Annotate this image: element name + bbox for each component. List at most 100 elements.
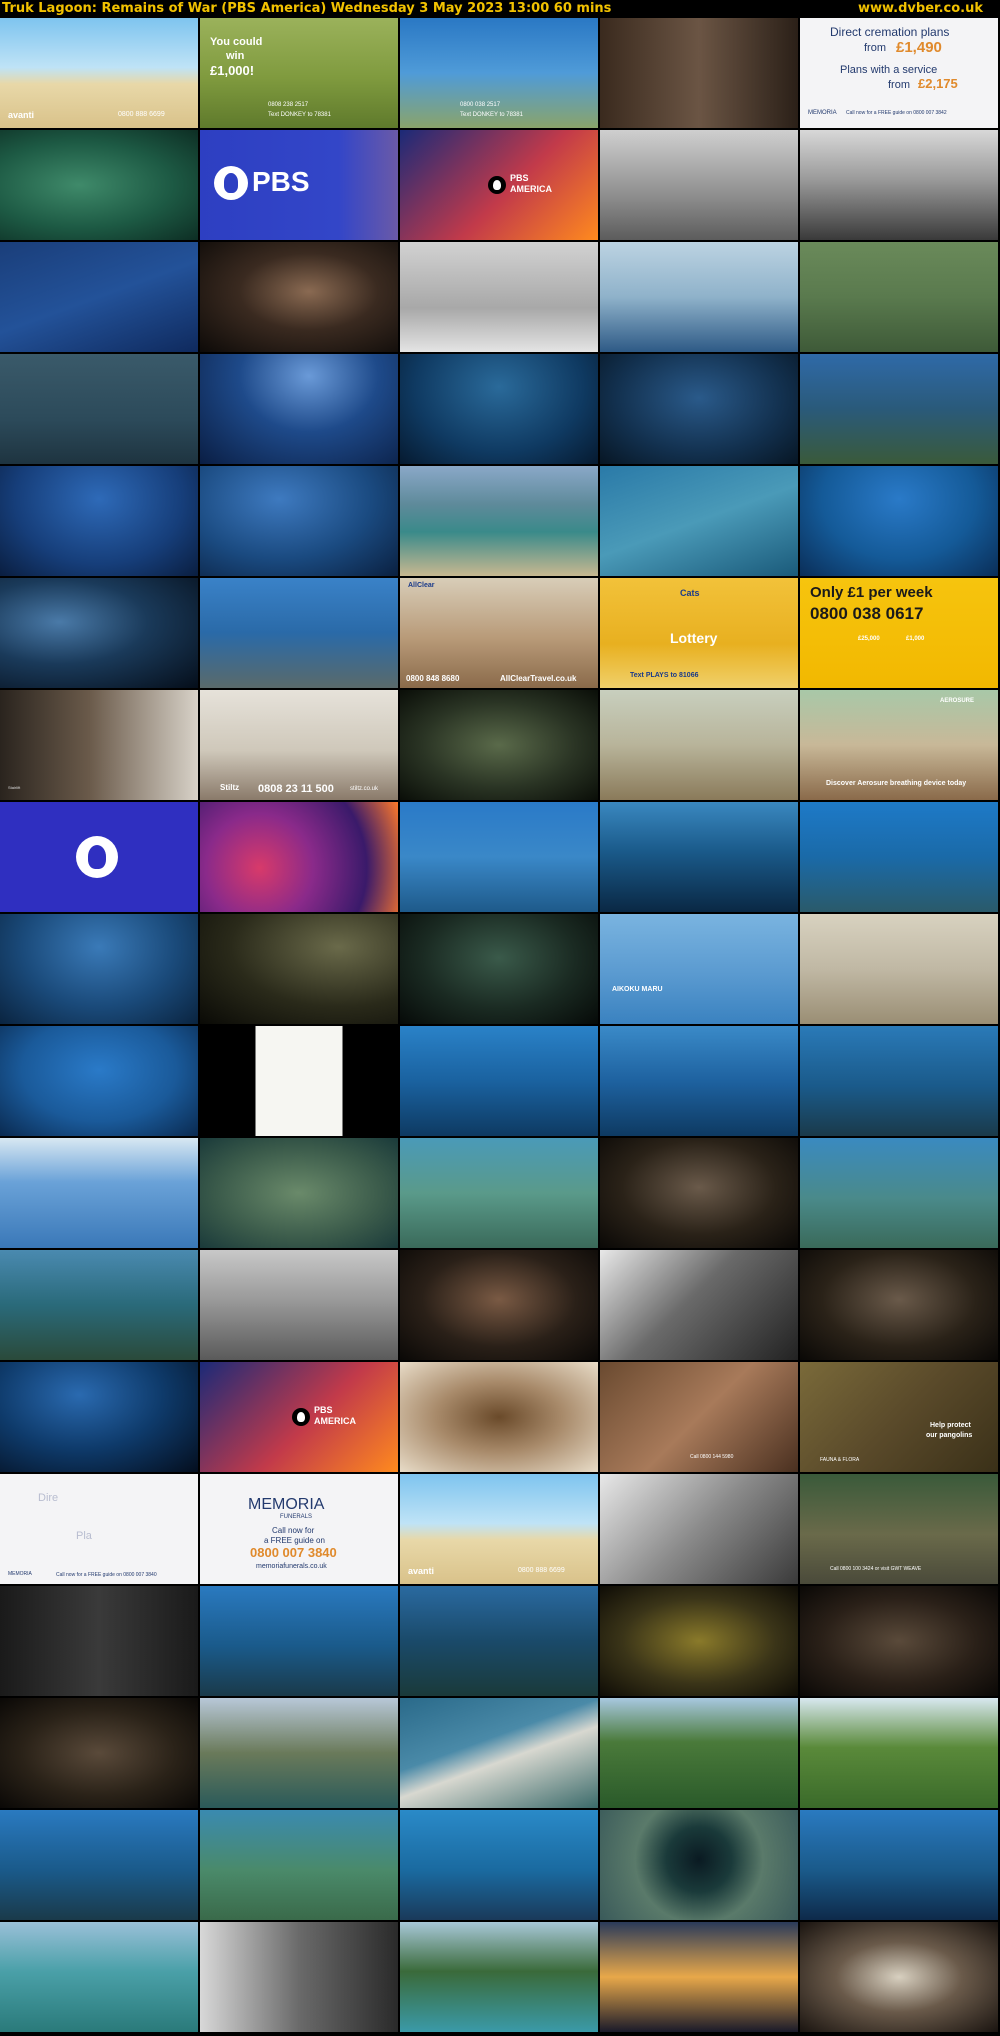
video-thumbnail[interactable]: Call 0800 100 3424 or visit GWT WEAVE [800,1474,998,1584]
video-thumbnail[interactable] [200,466,398,576]
video-thumbnail[interactable] [800,1810,998,1920]
video-thumbnail[interactable] [200,1026,398,1136]
video-thumbnail[interactable] [600,1586,798,1696]
video-thumbnail[interactable]: 0800 038 2517 Text DONKEY to 78381 [400,18,598,128]
video-thumbnail[interactable] [600,802,798,912]
video-thumbnail[interactable] [800,802,998,912]
video-thumbnail[interactable] [400,1250,598,1360]
video-thumbnail[interactable] [800,466,998,576]
video-thumbnail[interactable] [0,1810,198,1920]
video-thumbnail[interactable] [400,914,598,1024]
video-thumbnail[interactable]: AIKOKU MARU [600,914,798,1024]
video-thumbnail[interactable] [600,1250,798,1360]
video-thumbnail[interactable] [400,354,598,464]
video-thumbnail[interactable] [200,1922,398,2032]
thumbnail-caption: AllClearTravel.co.uk [500,674,577,683]
thumbnail-caption: from [864,42,886,54]
thumbnail-caption: Call now for a FREE guide on 0800 007 38… [846,110,947,116]
video-thumbnail[interactable] [800,1922,998,2032]
video-thumbnail[interactable] [200,802,398,912]
video-thumbnail[interactable] [600,1138,798,1248]
video-thumbnail[interactable] [600,1026,798,1136]
video-thumbnail[interactable] [0,1698,198,1808]
video-thumbnail[interactable] [600,1474,798,1584]
video-thumbnail[interactable] [600,130,798,240]
video-thumbnail[interactable]: AEROSURE Discover Aerosure breathing devi… [800,690,998,800]
video-thumbnail[interactable] [200,1138,398,1248]
thumbnail-caption: £2,175 [918,76,958,91]
video-thumbnail[interactable]: Cats Lottery Text PLAYS to 81066 [600,578,798,688]
video-thumbnail[interactable]: MEMORIA FUNERALS Call now for a FREE guide … [200,1474,398,1584]
video-thumbnail[interactable]: Direct cremation plans from £1,490 Plans wi… [800,18,998,128]
video-thumbnail[interactable] [200,1586,398,1696]
video-thumbnail[interactable] [200,1250,398,1360]
video-thumbnail[interactable] [0,130,198,240]
video-thumbnail[interactable]: avanti 0800 888 6699 [0,18,198,128]
video-thumbnail[interactable] [800,1250,998,1360]
video-thumbnail[interactable] [800,130,998,240]
video-thumbnail[interactable] [800,914,998,1024]
video-thumbnail[interactable] [200,1698,398,1808]
header-bar: Truk Lagoon: Remains of War (PBS America… [0,0,1000,18]
video-thumbnail[interactable] [0,914,198,1024]
video-thumbnail[interactable] [0,1586,198,1696]
video-thumbnail[interactable] [400,1362,598,1472]
video-thumbnail[interactable]: PBS [200,130,398,240]
video-thumbnail[interactable] [400,690,598,800]
video-thumbnail[interactable]: PBS AMERICA [400,130,598,240]
video-thumbnail[interactable] [200,578,398,688]
video-thumbnail[interactable] [0,1138,198,1248]
video-thumbnail[interactable] [200,914,398,1024]
video-thumbnail[interactable] [200,1810,398,1920]
video-thumbnail[interactable] [600,1922,798,2032]
video-thumbnail[interactable] [400,242,598,352]
video-thumbnail[interactable] [800,1138,998,1248]
video-thumbnail[interactable] [400,1698,598,1808]
video-thumbnail[interactable] [0,466,198,576]
video-thumbnail[interactable] [0,1026,198,1136]
video-thumbnail[interactable] [800,1026,998,1136]
video-thumbnail[interactable] [400,1922,598,2032]
video-thumbnail[interactable] [600,1698,798,1808]
thumbnail-caption: FUNERALS [280,1514,313,1520]
programme-title: Truk Lagoon: Remains of War (PBS America… [2,1,612,16]
video-thumbnail[interactable] [600,242,798,352]
video-thumbnail[interactable] [800,242,998,352]
video-thumbnail[interactable] [400,1810,598,1920]
video-thumbnail[interactable]: Stairlift [0,690,198,800]
video-thumbnail[interactable]: Stiltz 0808 23 11 500 stiltz.co.uk [200,690,398,800]
video-thumbnail[interactable] [0,1250,198,1360]
video-thumbnail[interactable] [0,802,198,912]
thumbnail-caption: Text DONKEY to 78381 [268,112,331,118]
video-thumbnail[interactable]: Call 0800 144 5980 [600,1362,798,1472]
video-thumbnail[interactable] [200,354,398,464]
video-thumbnail[interactable]: AllClear 0800 848 8680 AllClearTravel.co.u… [400,578,598,688]
video-thumbnail[interactable] [600,466,798,576]
video-thumbnail[interactable]: Only £1 per week 0800 038 0617 £25,000 £1,0… [800,578,998,688]
video-thumbnail[interactable] [200,242,398,352]
video-thumbnail[interactable] [600,354,798,464]
video-thumbnail[interactable] [400,802,598,912]
video-thumbnail[interactable] [600,690,798,800]
video-thumbnail[interactable] [0,1362,198,1472]
video-thumbnail[interactable] [400,1026,598,1136]
video-thumbnail[interactable]: avanti 0800 888 6699 [400,1474,598,1584]
video-thumbnail[interactable] [400,1586,598,1696]
video-thumbnail[interactable] [600,1810,798,1920]
video-thumbnail[interactable] [800,1698,998,1808]
thumbnail-caption: Pla [76,1530,92,1542]
video-thumbnail[interactable]: PBS AMERICA [200,1362,398,1472]
video-thumbnail[interactable] [0,242,198,352]
video-thumbnail[interactable] [0,1922,198,2032]
video-thumbnail[interactable] [0,578,198,688]
video-thumbnail[interactable] [800,1586,998,1696]
video-thumbnail[interactable] [400,1138,598,1248]
video-thumbnail[interactable] [0,354,198,464]
video-thumbnail[interactable]: You could win £1,000! 0808 238 2517 Text DON… [200,18,398,128]
video-thumbnail[interactable] [400,466,598,576]
video-thumbnail[interactable]: Dire Pla MEMORIA Call now for a FREE guide … [0,1474,198,1584]
video-thumbnail[interactable] [600,18,798,128]
video-thumbnail[interactable]: Help protect our pangolins FAUNA & FLORA [800,1362,998,1472]
site-url[interactable]: www.dvber.co.uk [858,0,983,18]
video-thumbnail[interactable] [800,354,998,464]
